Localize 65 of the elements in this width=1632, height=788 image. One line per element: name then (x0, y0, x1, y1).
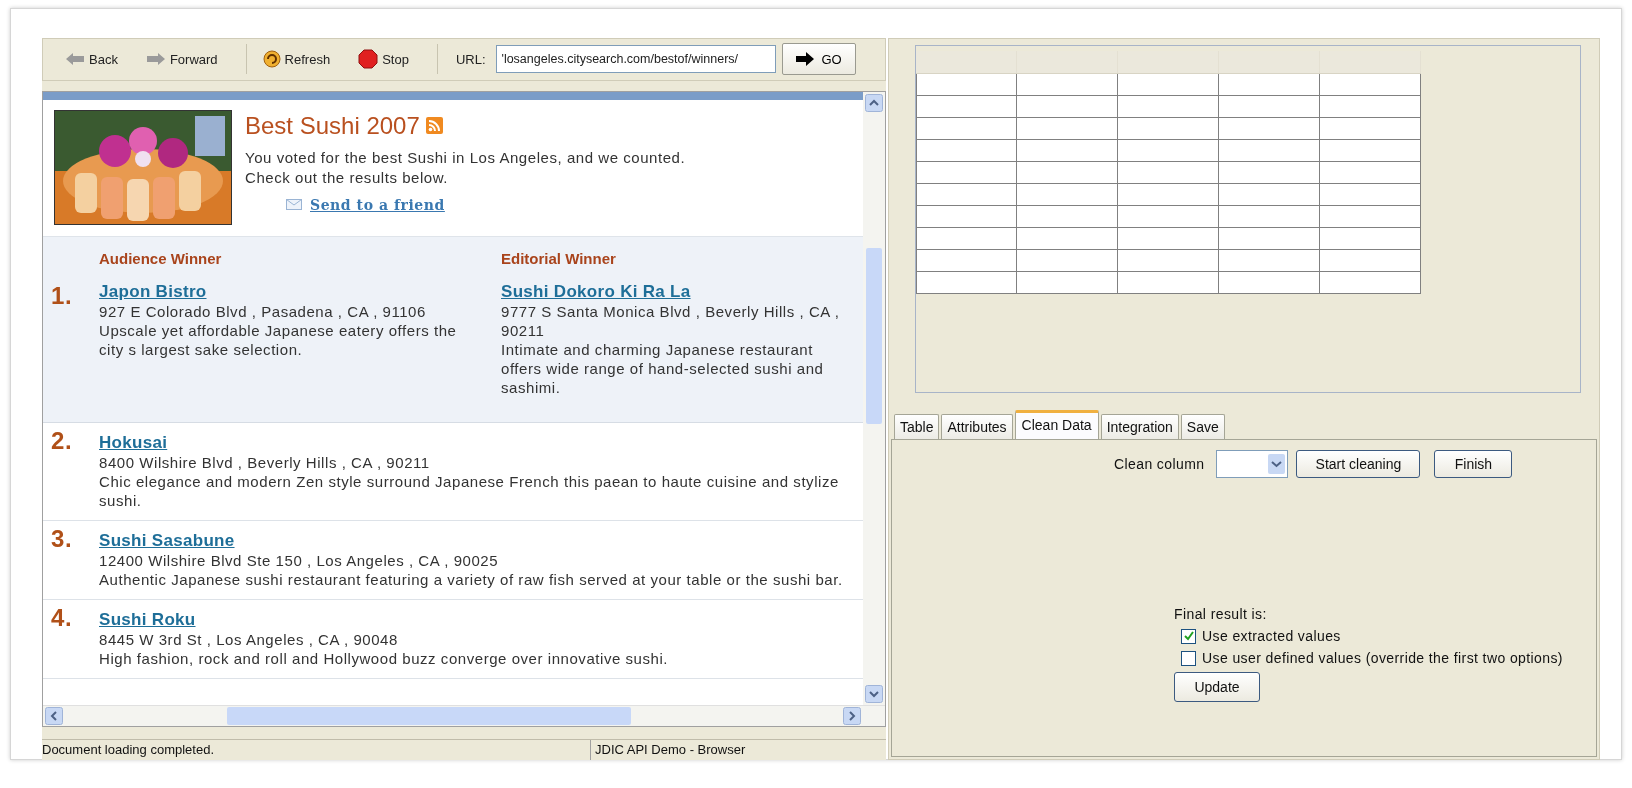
checkbox[interactable] (1181, 628, 1196, 644)
toolbar-button[interactable]: Back (65, 48, 126, 70)
toolbar-button[interactable]: Forward (145, 48, 226, 70)
column-dropdown[interactable] (1216, 450, 1289, 478)
scroll-thumb[interactable] (866, 247, 882, 424)
tab[interactable]: Save (1180, 414, 1225, 439)
scroll-thumb[interactable] (227, 706, 631, 725)
envelope-icon (286, 199, 302, 211)
url-label: URL: (455, 51, 486, 67)
update-button[interactable]: Update (1174, 672, 1260, 702)
tab[interactable]: Clean Data (1014, 410, 1099, 439)
address-text: 8445 W 3rd St , Los Angeles , CA , 90048 (99, 629, 399, 649)
toolbar-button[interactable]: Refresh (262, 47, 339, 72)
page-title: Best Sushi 2007 (245, 111, 420, 140)
restaurant-link[interactable]: Sushi Dokoro Ki Ra La (501, 281, 846, 302)
description-text: sushi. (99, 490, 143, 510)
tab[interactable]: Attributes (941, 414, 1013, 439)
refresh-icon (262, 50, 281, 69)
option-checkbox[interactable]: Use extracted values (1181, 628, 1341, 644)
final-result-label: Final result is: (1174, 606, 1267, 622)
option-checkbox[interactable]: Use user defined values (override the first two options) (1181, 650, 1563, 666)
rank-number: 4. (50, 607, 74, 633)
send-to-friend-link[interactable]: Send to a friend (310, 196, 445, 213)
rank-number: 2. (50, 430, 74, 456)
chevron-down-icon (1268, 454, 1286, 474)
tab[interactable]: Table (894, 414, 940, 439)
description-text: Chic elegance and modern Zen style surround Japanese French this paean to haute cuisine and stylize (99, 471, 839, 491)
checkbox[interactable] (1181, 650, 1196, 666)
intro-text: You voted for the best Sushi in Los Angeles, and we counted. (245, 147, 686, 168)
description-text: High fashion, rock and roll and Hollywood buzz converge over innovative sushi. (99, 648, 669, 668)
panel-button[interactable]: Start cleaning (1296, 450, 1421, 478)
scroll-up-icon[interactable] (865, 93, 883, 112)
status-text: JDIC API Demo - Browser (594, 740, 746, 759)
panel-button[interactable]: Finish (1434, 450, 1513, 478)
forward-arrow-icon (145, 52, 166, 67)
clean-column-label: Clean column (1114, 456, 1205, 472)
address-text: 9777 S Santa Monica Blvd , Beverly Hills , CA , 90211 (501, 301, 841, 340)
rank-number: 1. (50, 281, 74, 311)
toolbar-button[interactable]: Stop (358, 46, 417, 73)
status-text: Document loading completed. (42, 739, 591, 760)
horizontal-scrollbar[interactable] (43, 704, 885, 726)
arrow-icon (795, 52, 816, 67)
description-text: Authentic Japanese sushi restaurant featuring a variety of raw fish served at your table or the sushi bar. (99, 569, 843, 589)
restaurant-link[interactable]: Sushi Sasabune (99, 530, 843, 551)
scroll-right-icon[interactable] (843, 706, 861, 725)
rank-number: 3. (50, 528, 74, 554)
stop-icon (358, 49, 379, 70)
restaurant-link[interactable]: Hokusai (99, 432, 839, 453)
scroll-left-icon[interactable] (45, 706, 63, 725)
scroll-down-icon[interactable] (865, 684, 883, 703)
tab[interactable]: Integration (1100, 414, 1179, 439)
address-text: 927 E Colorado Blvd , Pasadena , CA , 91106 (99, 301, 427, 321)
go-button[interactable]: GO (781, 43, 856, 76)
intro-text: Check out the results below. (245, 167, 449, 188)
back-arrow-icon (65, 52, 85, 67)
address-text: 12400 Wilshire Blvd Ste 150 , Los Angeles , CA , 90025 (99, 550, 500, 570)
description-text: Upscale yet affordable Japanese eatery offers the city s largest sake selection. (99, 320, 458, 359)
url-field[interactable]: 'losangeles.citysearch.com/bestof/winners/ (495, 45, 776, 74)
restaurant-link[interactable]: Sushi Roku (99, 609, 669, 630)
vertical-scrollbar[interactable] (863, 91, 885, 705)
address-text: 8400 Wilshire Blvd , Beverly Hills , CA , 90211 (99, 452, 431, 472)
winner-heading: Editorial Winner (501, 248, 617, 268)
description-text: Intimate and charming Japanese restaurant offers wide range of hand-selected sushi and sashimi. (501, 339, 825, 397)
restaurant-link[interactable]: Japon Bistro (99, 281, 467, 302)
winner-heading: Audience Winner (99, 248, 223, 268)
